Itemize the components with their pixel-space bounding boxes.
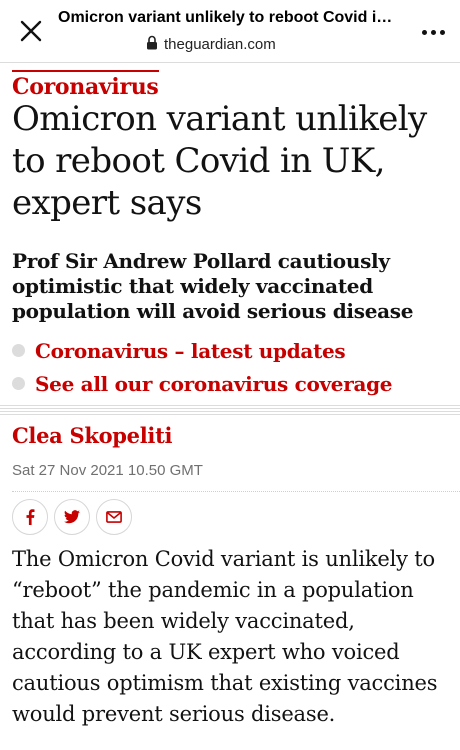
email-icon[interactable] <box>96 499 132 535</box>
article-headline: Omicron variant unlikely to reboot Covid… <box>12 99 427 223</box>
related-link-item: See all our coronavirus coverage <box>12 367 393 400</box>
url-text: theguardian.com <box>164 36 276 53</box>
url-display[interactable]: theguardian.com <box>146 35 276 54</box>
facebook-icon[interactable] <box>12 499 48 535</box>
publish-date: Sat 27 Nov 2021 10.50 GMT <box>12 462 203 479</box>
related-link-latest-updates[interactable]: Coronavirus – latest updates <box>35 339 346 363</box>
section-kicker[interactable]: Coronavirus <box>12 70 159 100</box>
close-icon[interactable] <box>14 14 48 48</box>
section-divider <box>0 405 460 417</box>
related-link-item: Coronavirus – latest updates <box>12 334 392 367</box>
bullet-icon <box>12 344 25 357</box>
share-buttons <box>12 499 132 535</box>
twitter-icon[interactable] <box>54 499 90 535</box>
browser-top-bar: Omicron variant unlikely to reboot Covid… <box>0 0 460 63</box>
meta-divider <box>12 491 460 492</box>
bullet-icon <box>12 377 25 390</box>
lock-icon <box>146 35 158 54</box>
author-byline[interactable]: Clea Skopeliti <box>12 423 172 448</box>
related-links: Coronavirus – latest updates See all our… <box>12 334 393 400</box>
related-link-coverage[interactable]: See all our coronavirus coverage <box>35 372 393 396</box>
page-title: Omicron variant unlikely to reboot Covid… <box>58 9 398 26</box>
article-body: The Omicron Covid variant is unlikely to… <box>12 547 438 726</box>
more-icon[interactable] <box>418 24 448 40</box>
article-standfirst: Prof Sir Andrew Pollard cautiously optim… <box>12 249 414 323</box>
